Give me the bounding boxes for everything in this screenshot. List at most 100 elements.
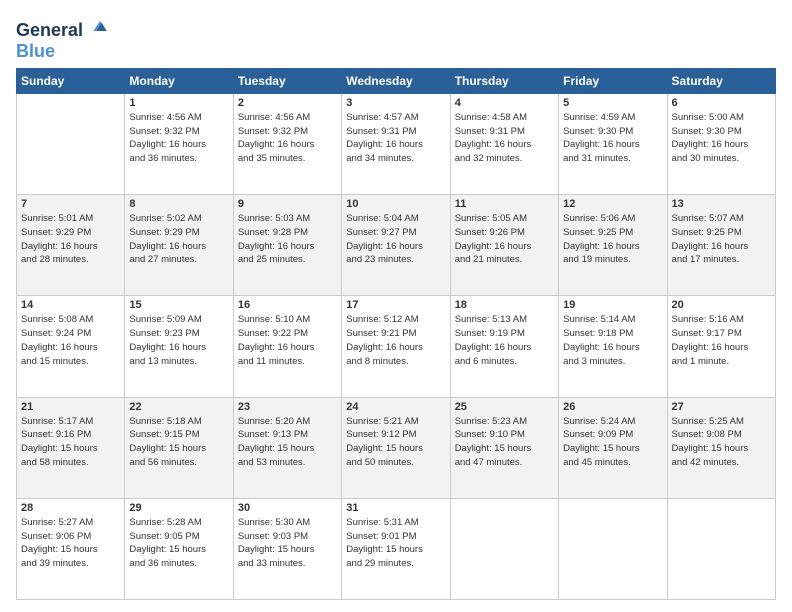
day-number: 11: [455, 198, 554, 210]
weekday-header-wednesday: Wednesday: [342, 68, 450, 93]
day-info: Sunrise: 5:02 AM Sunset: 9:29 PM Dayligh…: [129, 212, 228, 267]
calendar-cell: 28 Sunrise: 5:27 AM Sunset: 9:06 PM Dayli…: [17, 498, 125, 599]
calendar-cell: 21Sunrise: 5:17 AM Sunset: 9:16 PM Dayli…: [17, 397, 125, 498]
day-number: 31: [346, 502, 445, 514]
weekday-header-thursday: Thursday: [450, 68, 558, 93]
day-number: 22: [129, 401, 228, 413]
day-number: 26: [563, 401, 662, 413]
weekday-header-sunday: Sunday: [17, 68, 125, 93]
calendar-cell: 10 Sunrise: 5:04 AM Sunset: 9:27 PM Dayli…: [342, 195, 450, 296]
day-info: Sunrise: 5:16 AM Sunset: 9:17 PM Dayligh…: [672, 313, 771, 368]
day-number: 15: [129, 299, 228, 311]
calendar-cell: 11Sunrise: 5:05 AM Sunset: 9:26 PM Dayli…: [450, 195, 558, 296]
day-info: Sunrise: 5:09 AM Sunset: 9:23 PM Dayligh…: [129, 313, 228, 368]
calendar-cell: 25 Sunrise: 5:23 AM Sunset: 9:10 PM Dayli…: [450, 397, 558, 498]
day-info: Sunrise: 5:31 AM Sunset: 9:01 PM Dayligh…: [346, 516, 445, 571]
day-number: 4: [455, 97, 554, 109]
calendar-cell: 16 Sunrise: 5:10 AM Sunset: 9:22 PM Dayli…: [233, 296, 341, 397]
calendar-cell: [667, 498, 775, 599]
week-row-3: 14 Sunrise: 5:08 AM Sunset: 9:24 PM Dayli…: [17, 296, 776, 397]
calendar-cell: [450, 498, 558, 599]
day-info: Sunrise: 5:01 AM Sunset: 9:29 PM Dayligh…: [21, 212, 120, 267]
calendar-cell: 17 Sunrise: 5:12 AM Sunset: 9:21 PM Dayli…: [342, 296, 450, 397]
calendar-cell: 9 Sunrise: 5:03 AM Sunset: 9:28 PM Daylig…: [233, 195, 341, 296]
calendar-cell: 7 Sunrise: 5:01 AM Sunset: 9:29 PM Daylig…: [17, 195, 125, 296]
day-info: Sunrise: 5:12 AM Sunset: 9:21 PM Dayligh…: [346, 313, 445, 368]
weekday-row: SundayMondayTuesdayWednesdayThursdayFrid…: [17, 68, 776, 93]
day-info: Sunrise: 5:27 AM Sunset: 9:06 PM Dayligh…: [21, 516, 120, 571]
day-info: Sunrise: 5:07 AM Sunset: 9:25 PM Dayligh…: [672, 212, 771, 267]
day-number: 29: [129, 502, 228, 514]
calendar-cell: [17, 93, 125, 194]
logo: General Blue: [16, 16, 110, 62]
week-row-4: 21Sunrise: 5:17 AM Sunset: 9:16 PM Dayli…: [17, 397, 776, 498]
weekday-header-saturday: Saturday: [667, 68, 775, 93]
week-row-2: 7 Sunrise: 5:01 AM Sunset: 9:29 PM Daylig…: [17, 195, 776, 296]
day-number: 28: [21, 502, 120, 514]
day-number: 24: [346, 401, 445, 413]
day-info: Sunrise: 4:56 AM Sunset: 9:32 PM Dayligh…: [129, 111, 228, 166]
calendar-cell: 20 Sunrise: 5:16 AM Sunset: 9:17 PM Dayli…: [667, 296, 775, 397]
calendar-cell: 15 Sunrise: 5:09 AM Sunset: 9:23 PM Dayli…: [125, 296, 233, 397]
day-info: Sunrise: 5:04 AM Sunset: 9:27 PM Dayligh…: [346, 212, 445, 267]
calendar-cell: 5 Sunrise: 4:59 AM Sunset: 9:30 PM Daylig…: [559, 93, 667, 194]
day-number: 21: [21, 401, 120, 413]
day-info: Sunrise: 5:10 AM Sunset: 9:22 PM Dayligh…: [238, 313, 337, 368]
day-info: Sunrise: 5:18 AM Sunset: 9:15 PM Dayligh…: [129, 415, 228, 470]
calendar-cell: 13Sunrise: 5:07 AM Sunset: 9:25 PM Dayli…: [667, 195, 775, 296]
calendar-cell: 26 Sunrise: 5:24 AM Sunset: 9:09 PM Dayli…: [559, 397, 667, 498]
day-number: 14: [21, 299, 120, 311]
day-info: Sunrise: 4:57 AM Sunset: 9:31 PM Dayligh…: [346, 111, 445, 166]
day-info: Sunrise: 5:23 AM Sunset: 9:10 PM Dayligh…: [455, 415, 554, 470]
day-info: Sunrise: 5:00 AM Sunset: 9:30 PM Dayligh…: [672, 111, 771, 166]
calendar-page: General Blue SundayMondayTuesdayWednesda…: [0, 0, 792, 612]
day-number: 27: [672, 401, 771, 413]
calendar-cell: 14 Sunrise: 5:08 AM Sunset: 9:24 PM Dayli…: [17, 296, 125, 397]
day-number: 23: [238, 401, 337, 413]
week-row-5: 28 Sunrise: 5:27 AM Sunset: 9:06 PM Dayli…: [17, 498, 776, 599]
calendar-cell: 30 Sunrise: 5:30 AM Sunset: 9:03 PM Dayli…: [233, 498, 341, 599]
day-number: 19: [563, 299, 662, 311]
day-info: Sunrise: 5:13 AM Sunset: 9:19 PM Dayligh…: [455, 313, 554, 368]
day-number: 7: [21, 198, 120, 210]
day-number: 10: [346, 198, 445, 210]
weekday-header-friday: Friday: [559, 68, 667, 93]
calendar-cell: 27 Sunrise: 5:25 AM Sunset: 9:08 PM Dayli…: [667, 397, 775, 498]
calendar-header: SundayMondayTuesdayWednesdayThursdayFrid…: [17, 68, 776, 93]
calendar-cell: 12 Sunrise: 5:06 AM Sunset: 9:25 PM Dayli…: [559, 195, 667, 296]
weekday-header-tuesday: Tuesday: [233, 68, 341, 93]
calendar-cell: [559, 498, 667, 599]
day-number: 9: [238, 198, 337, 210]
day-info: Sunrise: 5:21 AM Sunset: 9:12 PM Dayligh…: [346, 415, 445, 470]
day-number: 18: [455, 299, 554, 311]
day-info: Sunrise: 4:59 AM Sunset: 9:30 PM Dayligh…: [563, 111, 662, 166]
week-row-1: 1Sunrise: 4:56 AM Sunset: 9:32 PM Daylig…: [17, 93, 776, 194]
day-info: Sunrise: 5:30 AM Sunset: 9:03 PM Dayligh…: [238, 516, 337, 571]
header: General Blue: [16, 12, 776, 62]
logo-blue: Blue: [16, 41, 55, 62]
calendar-cell: 18 Sunrise: 5:13 AM Sunset: 9:19 PM Dayli…: [450, 296, 558, 397]
calendar-cell: 22 Sunrise: 5:18 AM Sunset: 9:15 PM Dayli…: [125, 397, 233, 498]
day-number: 30: [238, 502, 337, 514]
calendar-cell: 23Sunrise: 5:20 AM Sunset: 9:13 PM Dayli…: [233, 397, 341, 498]
day-number: 20: [672, 299, 771, 311]
day-number: 25: [455, 401, 554, 413]
day-info: Sunrise: 5:25 AM Sunset: 9:08 PM Dayligh…: [672, 415, 771, 470]
calendar-table: SundayMondayTuesdayWednesdayThursdayFrid…: [16, 68, 776, 600]
day-info: Sunrise: 4:58 AM Sunset: 9:31 PM Dayligh…: [455, 111, 554, 166]
day-number: 8: [129, 198, 228, 210]
calendar-cell: 19Sunrise: 5:14 AM Sunset: 9:18 PM Dayli…: [559, 296, 667, 397]
day-info: Sunrise: 5:08 AM Sunset: 9:24 PM Dayligh…: [21, 313, 120, 368]
day-number: 16: [238, 299, 337, 311]
day-number: 17: [346, 299, 445, 311]
day-number: 5: [563, 97, 662, 109]
day-info: Sunrise: 5:03 AM Sunset: 9:28 PM Dayligh…: [238, 212, 337, 267]
calendar-cell: 2Sunrise: 4:56 AM Sunset: 9:32 PM Daylig…: [233, 93, 341, 194]
day-info: Sunrise: 5:24 AM Sunset: 9:09 PM Dayligh…: [563, 415, 662, 470]
calendar-cell: 24 Sunrise: 5:21 AM Sunset: 9:12 PM Dayli…: [342, 397, 450, 498]
day-info: Sunrise: 5:06 AM Sunset: 9:25 PM Dayligh…: [563, 212, 662, 267]
day-number: 12: [563, 198, 662, 210]
day-number: 2: [238, 97, 337, 109]
calendar-cell: 29Sunrise: 5:28 AM Sunset: 9:05 PM Dayli…: [125, 498, 233, 599]
calendar-cell: 8 Sunrise: 5:02 AM Sunset: 9:29 PM Daylig…: [125, 195, 233, 296]
